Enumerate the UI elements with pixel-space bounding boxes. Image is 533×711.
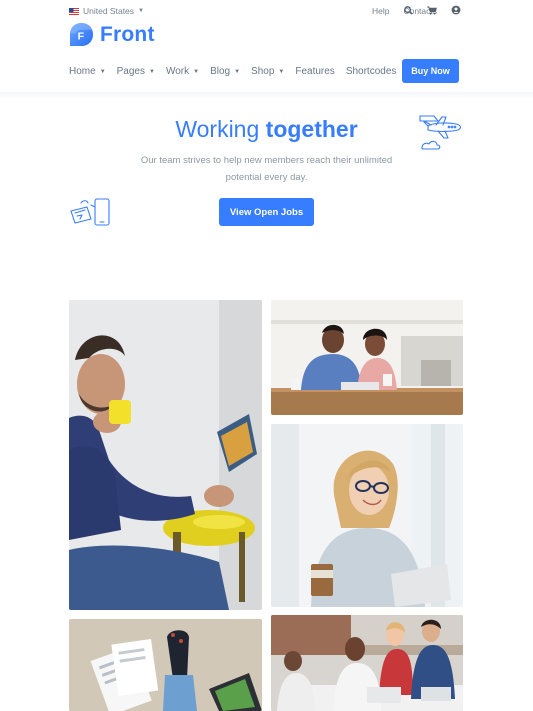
region-label: United States <box>83 6 135 16</box>
nav-label: Blog <box>210 65 231 77</box>
chevron-down-icon: ▼ <box>193 68 200 75</box>
logo-mark-icon: F <box>69 22 94 47</box>
woman-laptop-photo <box>271 424 463 607</box>
nav-item-shortcodes[interactable]: Shortcodes <box>346 66 397 77</box>
view-open-jobs-button[interactable]: View Open Jobs <box>219 198 314 226</box>
couple-laptop-photo <box>271 300 463 415</box>
nav-label: Pages <box>116 65 145 77</box>
man-reading-photo <box>69 300 262 610</box>
top-bar: United States ▼ Help Contacts <box>0 0 533 24</box>
logo-mark-letter: F <box>78 30 85 42</box>
nav-label: Home <box>69 65 96 77</box>
chevron-down-icon: ▼ <box>278 68 285 75</box>
region-selector[interactable]: United States ▼ <box>69 6 144 16</box>
main-nav: Home ▼ Pages ▼ Work ▼ Blog ▼ Shop ▼ Feat… <box>69 59 407 83</box>
buy-now-button[interactable]: Buy Now <box>402 59 459 83</box>
search-icon[interactable] <box>404 5 413 15</box>
cart-icon[interactable] <box>427 5 437 15</box>
team-meeting-photo <box>271 615 463 711</box>
hero-title-bold: together <box>265 116 358 142</box>
header-divider <box>0 92 533 98</box>
hero-subtitle: Our team strives to help new members rea… <box>140 155 393 183</box>
chevron-down-icon: ▼ <box>149 68 155 75</box>
us-flag-icon <box>69 7 79 15</box>
chevron-down-icon: ▼ <box>138 8 144 14</box>
nav-label: Shortcodes <box>345 65 397 77</box>
chevron-down-icon: ▼ <box>234 68 241 75</box>
chevron-down-icon: ▼ <box>99 68 106 75</box>
logo-text: Front <box>100 22 155 46</box>
help-link[interactable]: Help <box>372 6 389 16</box>
nav-item-work[interactable]: Work ▼ <box>166 66 199 77</box>
hero-title-regular: Working <box>175 116 266 142</box>
nav-item-pages[interactable]: Pages ▼ <box>117 66 155 77</box>
phone-travel-illustration-icon <box>70 198 110 226</box>
floor-documents-photo <box>69 619 262 711</box>
nav-item-blog[interactable]: Blog ▼ <box>210 66 240 77</box>
logo[interactable]: F Front <box>69 22 155 47</box>
user-icon[interactable] <box>451 5 461 15</box>
hero-title: Working together <box>0 116 533 143</box>
nav-item-home[interactable]: Home ▼ <box>69 66 106 77</box>
top-icons <box>404 5 461 15</box>
nav-label: Features <box>295 65 335 77</box>
nav-item-shop[interactable]: Shop ▼ <box>251 66 284 77</box>
nav-label: Work <box>165 65 190 77</box>
nav-label: Shop <box>251 65 275 77</box>
nav-item-features[interactable]: Features <box>295 66 334 77</box>
